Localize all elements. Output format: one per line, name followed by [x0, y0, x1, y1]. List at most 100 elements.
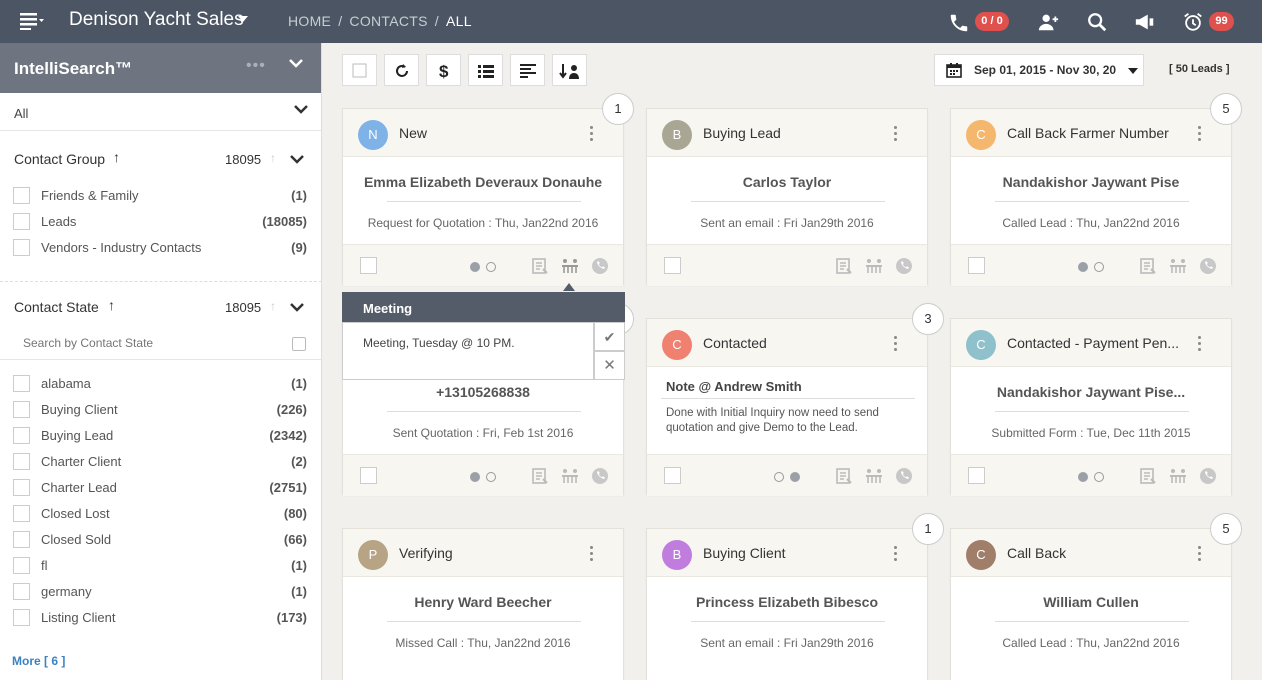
filter-checkbox[interactable]: [13, 239, 30, 256]
filter-label[interactable]: Buying Client: [41, 402, 118, 417]
chevron-down-icon[interactable]: [238, 16, 248, 22]
contact-group-title[interactable]: Contact Group: [14, 151, 105, 167]
filter-label[interactable]: Closed Sold: [41, 532, 111, 547]
breadcrumb-home[interactable]: HOME: [288, 13, 331, 29]
filter-label[interactable]: Vendors - Industry Contacts: [41, 240, 201, 255]
meeting-icon[interactable]: [865, 257, 883, 275]
filter-checkbox[interactable]: [13, 557, 30, 574]
lead-card[interactable]: B Buying Client Princess Elizabeth Bibes…: [646, 528, 928, 680]
filter-checkbox[interactable]: [13, 453, 30, 470]
contact-state-search-input[interactable]: [23, 334, 263, 352]
cancel-button[interactable]: ✕: [594, 351, 625, 380]
status-dot-icon[interactable]: [1094, 262, 1104, 272]
phone-icon[interactable]: [1199, 467, 1217, 485]
filter-checkbox[interactable]: [13, 375, 30, 392]
phone-icon[interactable]: [591, 467, 609, 485]
status-dot-icon[interactable]: [470, 472, 480, 482]
kebab-menu-icon[interactable]: [894, 126, 898, 142]
status-dot-icon[interactable]: [790, 472, 800, 482]
breadcrumb-contacts[interactable]: CONTACTS: [349, 13, 427, 29]
chevron-down-icon[interactable]: [294, 104, 308, 114]
more-link[interactable]: More [ 6 ]: [12, 654, 65, 668]
select-all-checkbox[interactable]: [292, 337, 306, 351]
filter-checkbox[interactable]: [13, 187, 30, 204]
meeting-icon[interactable]: [1169, 257, 1187, 275]
filter-label[interactable]: Charter Lead: [41, 480, 117, 495]
lead-card[interactable]: N New Emma Elizabeth Deveraux Donauhe Re…: [342, 108, 624, 286]
status-dot-icon[interactable]: [1094, 472, 1104, 482]
status-dot-icon[interactable]: [486, 472, 496, 482]
card-checkbox[interactable]: [968, 257, 985, 274]
kebab-menu-icon[interactable]: [1198, 126, 1202, 142]
contact-name[interactable]: Nandakishor Jaywant Pise: [951, 174, 1231, 190]
megaphone-icon[interactable]: [1134, 11, 1156, 33]
filter-checkbox[interactable]: [13, 401, 30, 418]
filter-label[interactable]: Friends & Family: [41, 188, 139, 203]
filter-checkbox[interactable]: [13, 505, 30, 522]
meeting-icon[interactable]: [561, 467, 579, 485]
contact-name[interactable]: Carlos Taylor: [647, 174, 927, 190]
lead-card[interactable]: C Call Back Farmer Number Nandakishor Ja…: [950, 108, 1232, 286]
sort-arrow-icon[interactable]: ↑: [270, 299, 276, 313]
card-checkbox[interactable]: [664, 467, 681, 484]
lead-card[interactable]: C Contacted - Payment Pen... Nandakishor…: [950, 318, 1232, 496]
lead-card[interactable]: P Verifying Henry Ward Beecher Missed Ca…: [342, 528, 624, 680]
card-checkbox[interactable]: [360, 257, 377, 274]
status-dot-icon[interactable]: [1078, 472, 1088, 482]
filter-checkbox[interactable]: [13, 213, 30, 230]
select-all-button[interactable]: [342, 54, 377, 86]
card-checkbox[interactable]: [664, 257, 681, 274]
kebab-menu-icon[interactable]: [590, 126, 594, 142]
more-options-icon[interactable]: •••: [246, 57, 266, 75]
filter-label[interactable]: germany: [41, 584, 92, 599]
chevron-down-icon[interactable]: [290, 302, 304, 312]
chevron-down-icon[interactable]: [289, 58, 303, 68]
phone-icon[interactable]: [948, 12, 970, 34]
contact-name[interactable]: +13105268838: [343, 384, 623, 400]
filter-checkbox[interactable]: [13, 583, 30, 600]
kebab-menu-icon[interactable]: [1198, 336, 1202, 352]
date-range-picker[interactable]: Sep 01, 2015 - Nov 30, 20: [934, 54, 1144, 86]
meeting-icon[interactable]: [1169, 467, 1187, 485]
filter-checkbox[interactable]: [13, 531, 30, 548]
phone-icon[interactable]: [895, 467, 913, 485]
contact-name[interactable]: Nandakishor Jaywant Pise...: [951, 384, 1231, 400]
phone-icon[interactable]: [591, 257, 609, 275]
meeting-icon[interactable]: [561, 257, 579, 275]
filter-all-select[interactable]: All: [0, 93, 321, 131]
contact-state-title[interactable]: Contact State: [14, 299, 99, 315]
align-button[interactable]: [510, 54, 545, 86]
filter-label[interactable]: Closed Lost: [41, 506, 110, 521]
dollar-button[interactable]: $: [426, 54, 461, 86]
phone-icon[interactable]: [1199, 257, 1217, 275]
chevron-down-icon[interactable]: [290, 154, 304, 164]
add-user-icon[interactable]: [1037, 11, 1059, 33]
contact-name[interactable]: Princess Elizabeth Bibesco: [647, 594, 927, 610]
kebab-menu-icon[interactable]: [894, 546, 898, 562]
status-dot-icon[interactable]: [1078, 262, 1088, 272]
app-title[interactable]: Denison Yacht Sales: [69, 9, 244, 31]
filter-label[interactable]: alabama: [41, 376, 91, 391]
status-dot-icon[interactable]: [470, 262, 480, 272]
kebab-menu-icon[interactable]: [894, 336, 898, 352]
search-icon[interactable]: [1086, 11, 1108, 33]
sort-up-icon[interactable]: ↑: [113, 149, 120, 165]
phone-icon[interactable]: [895, 257, 913, 275]
kebab-menu-icon[interactable]: [590, 546, 594, 562]
refresh-button[interactable]: [384, 54, 419, 86]
meeting-icon[interactable]: [865, 467, 883, 485]
lead-card[interactable]: B Buying Lead Carlos Taylor Sent an emai…: [646, 108, 928, 286]
contact-name[interactable]: Emma Elizabeth Deveraux Donauhe: [343, 174, 623, 190]
note-icon[interactable]: [531, 467, 549, 485]
contact-name[interactable]: Henry Ward Beecher: [343, 594, 623, 610]
note-icon[interactable]: [1139, 257, 1157, 275]
sort-arrow-icon[interactable]: ↑: [270, 151, 276, 165]
filter-checkbox[interactable]: [13, 609, 30, 626]
lead-card[interactable]: C Call Back William Cullen Called Lead :…: [950, 528, 1232, 680]
kebab-menu-icon[interactable]: [1198, 546, 1202, 562]
meeting-text-input[interactable]: Meeting, Tuesday @ 10 PM.: [342, 322, 594, 380]
filter-label[interactable]: Listing Client: [41, 610, 115, 625]
contact-name[interactable]: William Cullen: [951, 594, 1231, 610]
note-icon[interactable]: [531, 257, 549, 275]
status-dot-icon[interactable]: [486, 262, 496, 272]
